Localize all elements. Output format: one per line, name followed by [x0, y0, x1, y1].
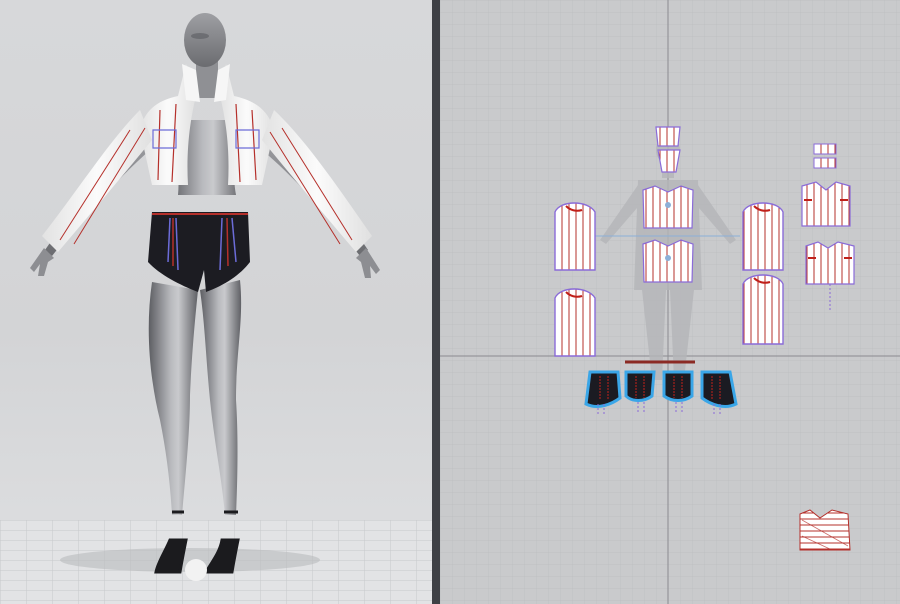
- pattern-piece-sleeve-left-upper[interactable]: [554, 202, 596, 271]
- pattern-piece-sleeve-right-upper[interactable]: [742, 202, 784, 271]
- pattern-piece-cuff-bottom[interactable]: [813, 157, 837, 169]
- pattern-canvas[interactable]: [440, 0, 900, 604]
- pattern-piece-sleeve-left-lower[interactable]: [554, 288, 596, 357]
- pattern-piece-cuff-top[interactable]: [813, 143, 837, 155]
- pattern-piece-back-lower[interactable]: [642, 239, 694, 283]
- fabric-swatch[interactable]: [799, 509, 851, 551]
- pattern-piece-back-upper[interactable]: [642, 185, 694, 229]
- pattern-window-2d[interactable]: [440, 0, 900, 604]
- pattern-piece-sleeve-right-lower[interactable]: [742, 274, 784, 345]
- viewport-3d-canvas[interactable]: [0, 0, 432, 604]
- pane-splitter[interactable]: [432, 0, 440, 604]
- garment-shorts: [148, 212, 250, 292]
- viewport-3d[interactable]: [0, 0, 432, 604]
- app-window: [0, 0, 900, 604]
